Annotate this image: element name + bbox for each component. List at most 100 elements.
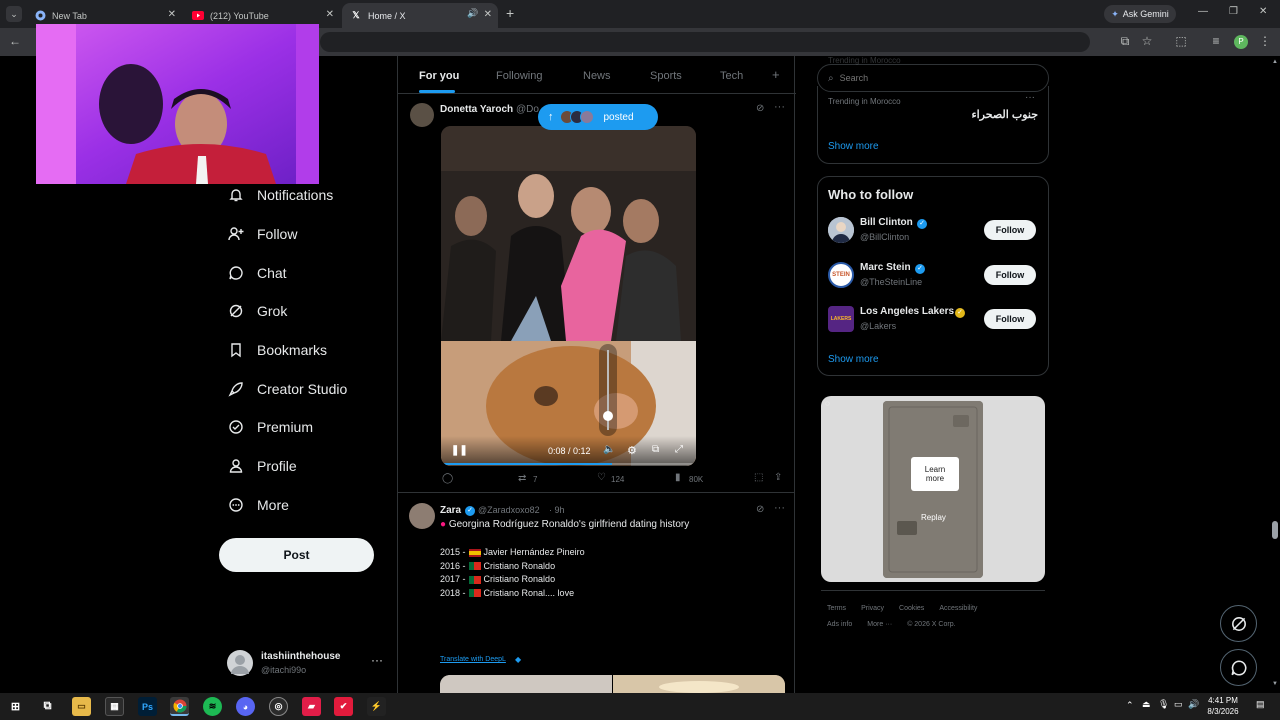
video-player[interactable]: ❚❚ 0:08 / 0:12 🔈 ⚙ ⧉ ⤢: [441, 126, 696, 466]
show-more-link[interactable]: Show more: [828, 141, 879, 152]
search-input[interactable]: [839, 73, 1030, 83]
more-dots-icon[interactable]: ···: [371, 653, 383, 667]
share-icon[interactable]: ⇪: [774, 472, 782, 483]
restore-icon[interactable]: ❐: [1229, 6, 1238, 17]
network-icon[interactable]: ▭: [1174, 699, 1183, 710]
translate-link[interactable]: Translate with DeepL: [440, 656, 506, 663]
footer-link-privacy[interactable]: Privacy: [861, 605, 884, 612]
more-dots-icon[interactable]: ···: [1025, 92, 1035, 103]
follow-suggestion[interactable]: LAKERS Los Angeles Lakers ✓ @Lakers Foll…: [818, 303, 1050, 343]
footer-link-terms[interactable]: Terms: [827, 605, 846, 612]
replay-button[interactable]: Replay: [921, 513, 946, 522]
photoshop-icon[interactable]: Ps: [138, 697, 157, 716]
suggestion-name[interactable]: Marc Stein: [860, 262, 911, 273]
follow-button[interactable]: Follow: [984, 220, 1036, 240]
pip-icon[interactable]: ⧉: [652, 444, 659, 455]
clock-time[interactable]: 4:41 PM: [1208, 696, 1238, 705]
capcut-icon[interactable]: ✔: [334, 697, 353, 716]
usb-icon[interactable]: ⏏: [1142, 699, 1151, 710]
footer-link-cookies[interactable]: Cookies: [899, 605, 924, 612]
settings-gear-icon[interactable]: ⚙: [627, 444, 637, 457]
reply-icon[interactable]: ◯: [442, 473, 453, 484]
close-tab-icon[interactable]: ✕: [168, 9, 176, 20]
nav-creator-studio[interactable]: Creator Studio: [227, 377, 347, 401]
nav-follow[interactable]: Follow: [227, 222, 297, 246]
mic-icon[interactable]: 🎙: [1158, 699, 1169, 710]
close-tab-icon[interactable]: ✕: [484, 9, 492, 20]
clock-date[interactable]: 8/3/2026: [1204, 707, 1242, 716]
more-dots-icon[interactable]: ···: [774, 502, 785, 514]
views-icon[interactable]: ▮: [675, 472, 681, 483]
pause-icon[interactable]: ❚❚: [451, 445, 468, 456]
back-arrow-icon[interactable]: ←: [7, 34, 23, 48]
tab-search-icon[interactable]: ⌄: [6, 6, 22, 22]
chrome-menu-icon[interactable]: ⋮: [1257, 34, 1273, 48]
tab-tech[interactable]: Tech: [720, 70, 743, 82]
media-image[interactable]: [440, 675, 612, 693]
task-view-icon[interactable]: ⧉: [38, 697, 57, 716]
tweet-time[interactable]: · 9h: [549, 505, 565, 515]
tweet-handle[interactable]: @Zaradxoxo82: [478, 505, 540, 515]
avatar[interactable]: [409, 503, 435, 529]
video-progress-track[interactable]: [441, 463, 696, 465]
tab-for-you[interactable]: For you: [419, 70, 459, 82]
nav-premium[interactable]: Premium: [227, 415, 313, 439]
bookmark-icon[interactable]: ⬚: [754, 472, 763, 483]
nav-profile[interactable]: Profile: [227, 454, 297, 478]
chrome-taskbar-icon[interactable]: [170, 697, 189, 716]
sponsored-ad[interactable]: ◌ Learn more Replay: [821, 396, 1045, 582]
like-icon[interactable]: ♡: [597, 472, 606, 483]
follow-button[interactable]: Follow: [984, 265, 1036, 285]
nav-notifications[interactable]: Notifications: [227, 183, 333, 207]
grok-floating-button[interactable]: [1220, 605, 1257, 642]
obs-icon[interactable]: ◎: [269, 697, 288, 716]
ask-gemini-button[interactable]: ✦ Ask Gemini: [1104, 5, 1176, 23]
media-controls-icon[interactable]: ≡: [1208, 34, 1224, 48]
avatar[interactable]: LAKERS: [828, 306, 854, 332]
avatar[interactable]: STEIN: [828, 262, 854, 288]
footer-link-accessibility[interactable]: Accessibility: [939, 605, 977, 612]
notification-center-icon[interactable]: ▤: [1256, 699, 1265, 710]
avatar[interactable]: [410, 103, 434, 127]
tweet-handle[interactable]: @Do: [516, 104, 539, 115]
ad-info-icon[interactable]: ◌: [825, 399, 830, 408]
speaker-icon[interactable]: 🔊: [1188, 699, 1199, 710]
close-window-icon[interactable]: ✕: [1259, 6, 1267, 17]
suggestion-name[interactable]: Los Angeles Lakers: [860, 306, 954, 317]
tweet-author[interactable]: Zara: [440, 505, 461, 516]
tweet[interactable]: Donetta Yaroch @Do ⊘ ··· ❚❚ 0:08 / 0:12 …: [398, 95, 795, 493]
audio-playing-icon[interactable]: 🔊: [467, 8, 478, 19]
suggestion-handle[interactable]: @Lakers: [860, 321, 896, 331]
app-icon[interactable]: ▰: [302, 697, 321, 716]
suggestion-handle[interactable]: @BillClinton: [860, 232, 909, 242]
file-explorer-icon[interactable]: ▭: [72, 697, 91, 716]
spotify-icon[interactable]: ≋: [203, 697, 222, 716]
account-switcher[interactable]: itashiinthehouse @itachi99o ···: [227, 649, 387, 679]
suggestion-name[interactable]: Bill Clinton: [860, 217, 913, 228]
chat-floating-button[interactable]: [1220, 649, 1257, 686]
app-icon[interactable]: ⚡: [367, 697, 386, 716]
store-icon[interactable]: ▦: [105, 697, 124, 716]
follow-button[interactable]: Follow: [984, 309, 1036, 329]
nav-bookmarks[interactable]: Bookmarks: [227, 338, 327, 362]
bookmark-star-icon[interactable]: ☆: [1139, 34, 1155, 48]
tab-sports[interactable]: Sports: [650, 70, 682, 82]
grok-icon[interactable]: ⊘: [756, 103, 764, 114]
tab-news[interactable]: News: [583, 70, 611, 82]
tweet-media[interactable]: [440, 675, 785, 693]
profile-avatar[interactable]: P: [1234, 35, 1248, 49]
chevron-up-icon[interactable]: ⌃: [1126, 700, 1134, 711]
nav-grok[interactable]: Grok: [227, 299, 287, 323]
close-tab-icon[interactable]: ✕: [326, 9, 334, 20]
new-posts-pill[interactable]: ↑ posted: [538, 104, 658, 130]
tab-following[interactable]: Following: [496, 70, 542, 82]
follow-suggestion[interactable]: STEIN Marc Stein ✓ @TheSteinLine Follow: [818, 259, 1050, 299]
volume-slider[interactable]: [599, 344, 617, 436]
avatar[interactable]: [828, 217, 854, 243]
page-scrollbar[interactable]: ▲ ▼: [1270, 56, 1280, 693]
more-dots-icon[interactable]: ···: [774, 101, 785, 113]
learn-more-button[interactable]: Learn more: [911, 457, 959, 491]
minimize-icon[interactable]: —: [1198, 6, 1208, 17]
media-image[interactable]: [613, 675, 785, 693]
nav-chat[interactable]: Chat: [227, 261, 287, 285]
